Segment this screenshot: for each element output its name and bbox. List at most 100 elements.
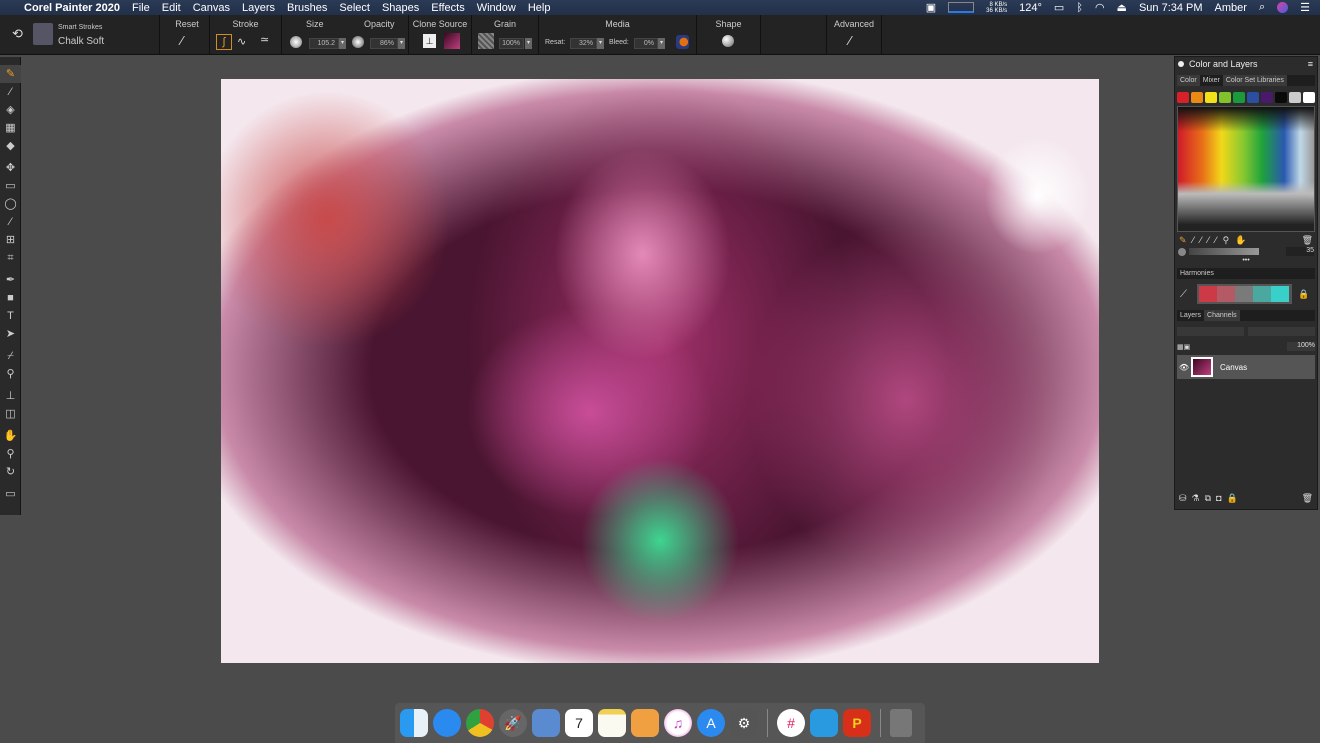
opacity-field[interactable]: 86% [370,38,398,49]
menu-file[interactable]: File [132,2,150,14]
lock-icon[interactable]: 🔒 [1298,289,1309,300]
tab-channels[interactable]: Channels [1204,310,1240,321]
harmony-swatch[interactable] [1253,286,1271,302]
mirror-tool-icon[interactable]: ⌿ [0,347,21,365]
lasso-tool-icon[interactable]: ◯ [0,195,21,213]
resize-handle[interactable]: ••• [1175,257,1317,265]
grain-dropdown[interactable]: ▾ [525,38,532,49]
screen-mode-icon[interactable]: ▭ [0,485,21,503]
clock[interactable]: Sun 7:34 PM [1139,2,1203,14]
delete-layer-icon[interactable]: 🗑 [1302,493,1313,504]
size-dropdown[interactable]: ▾ [339,38,346,49]
tab-layers[interactable]: Layers [1177,310,1204,321]
eraser-tool-icon[interactable]: ◆ [0,137,21,155]
paint-bucket-tool-icon[interactable]: ◈ [0,101,21,119]
wifi-icon[interactable]: ◠ [1095,1,1105,14]
brush-icon[interactable] [33,23,53,45]
tab-color-set-libraries[interactable]: Color Set Libraries [1222,75,1287,86]
dab-shape-icon[interactable] [722,35,734,47]
zoom-icon[interactable]: ⚲ [1223,235,1230,246]
notification-center-icon[interactable]: ☰ [1300,1,1310,14]
dropper-tool-icon[interactable]: ⁄ [0,83,21,101]
dock-slack-icon[interactable]: # [777,709,805,737]
dock-messages-icon[interactable] [433,709,461,737]
layer-mask-icon[interactable]: ◘ [1216,493,1221,504]
sample-multiple-icon[interactable]: ⁄ [1215,235,1217,246]
screen-icon[interactable]: ▣ [926,1,936,14]
dock-preview-icon[interactable] [532,709,560,737]
panel-menu-icon[interactable]: ≡ [1308,57,1313,71]
shape-tool-icon[interactable]: ■ [0,289,21,307]
dodge-tool-icon[interactable]: ⚲ [0,365,21,383]
harmony-swatch[interactable] [1271,286,1289,302]
paper-grain-icon[interactable] [478,33,494,49]
layer-commands-icon[interactable]: ⛁ [1179,493,1187,504]
panel-close-icon[interactable] [1178,61,1184,67]
trash-icon[interactable]: 🗑 [1302,235,1313,246]
menu-help[interactable]: Help [528,2,551,14]
mix-color-icon[interactable]: ⁄ [1200,235,1202,246]
tab-mixer[interactable]: Mixer [1200,75,1223,86]
dock-affinity-designer-icon[interactable] [810,709,838,737]
grabber-tool-icon[interactable]: ✋ [0,427,21,445]
selector-tool-icon[interactable]: ➤ [0,325,21,343]
freehand-stroke-icon[interactable]: ∫ [216,34,232,50]
swatch-gray[interactable] [1289,92,1301,103]
menu-window[interactable]: Window [477,2,516,14]
harmony-swatch[interactable] [1217,286,1235,302]
brush-tool-icon[interactable]: ✎ [0,65,21,83]
mixer-size-slider[interactable] [1189,248,1259,255]
clone-stamp-icon[interactable]: ⊥ [423,34,436,48]
menu-effects[interactable]: Effects [431,2,464,14]
swatch-blue[interactable] [1247,92,1259,103]
text-tool-icon[interactable]: T [0,307,21,325]
move-tool-icon[interactable]: ⊞ [0,231,21,249]
swatch-orange[interactable] [1191,92,1203,103]
dock-trash-icon[interactable] [890,709,912,737]
dock-notes-icon[interactable] [598,709,626,737]
layer-opacity-field[interactable]: 100% [1287,342,1315,351]
siri-icon[interactable] [1277,2,1289,13]
bleed-field[interactable]: 0% [634,38,658,49]
pan-icon[interactable]: ✋ [1235,235,1246,246]
pen-tool-icon[interactable]: ✒ [0,271,21,289]
new-group-icon[interactable]: ⧉ [1205,493,1211,504]
reset-brush-icon[interactable]: ⁄ [181,33,183,48]
swatch-purple[interactable] [1261,92,1273,103]
dock-app-store-icon[interactable]: A [697,709,725,737]
search-icon[interactable]: ⌕ [1259,1,1265,14]
dock-launchpad-icon[interactable]: 🚀 [499,709,527,737]
clone-source-thumbnail[interactable] [444,33,460,49]
warp-tool-icon[interactable]: ◫ [0,405,21,423]
advanced-brush-icon[interactable]: ⁄ [849,33,851,48]
harmony-swatch[interactable] [1235,286,1253,302]
mixer-pad[interactable] [1177,106,1315,232]
swatch-green[interactable] [1233,92,1245,103]
sample-color-icon[interactable]: ⁄ [1208,235,1210,246]
user-name[interactable]: Amber [1215,2,1247,14]
menu-brushes[interactable]: Brushes [287,2,327,14]
dock-pages-icon[interactable] [631,709,659,737]
preserve-transparency-icon[interactable]: ▦▣ [1177,343,1190,351]
menu-layers[interactable]: Layers [242,2,275,14]
resat-dropdown[interactable]: ▾ [597,38,604,49]
straight-line-stroke-icon[interactable]: ∿ [237,35,246,48]
media-color-icon[interactable] [676,35,689,49]
apply-color-icon[interactable]: ⁄ [1193,235,1195,246]
swatch-black[interactable] [1275,92,1287,103]
dock-painter-icon[interactable]: P [843,709,871,737]
menu-edit[interactable]: Edit [162,2,181,14]
harmony-rule-icon[interactable]: ⟋ [1180,289,1187,300]
rotate-page-tool-icon[interactable]: ↻ [0,463,21,481]
grain-field[interactable]: 100% [499,38,524,49]
magnifier-tool-icon[interactable]: ⚲ [0,445,21,463]
harmony-swatch[interactable] [1199,286,1217,302]
dock-finder-icon[interactable] [400,709,428,737]
eye-icon[interactable]: 👁 [1177,363,1191,372]
magic-wand-tool-icon[interactable]: ⁄ [0,213,21,231]
crop-tool-icon[interactable]: ⌗ [0,249,21,267]
rect-select-tool-icon[interactable]: ▭ [0,177,21,195]
app-menu[interactable]: Corel Painter 2020 [24,2,120,14]
menu-canvas[interactable]: Canvas [193,2,230,14]
menu-shapes[interactable]: Shapes [382,2,419,14]
